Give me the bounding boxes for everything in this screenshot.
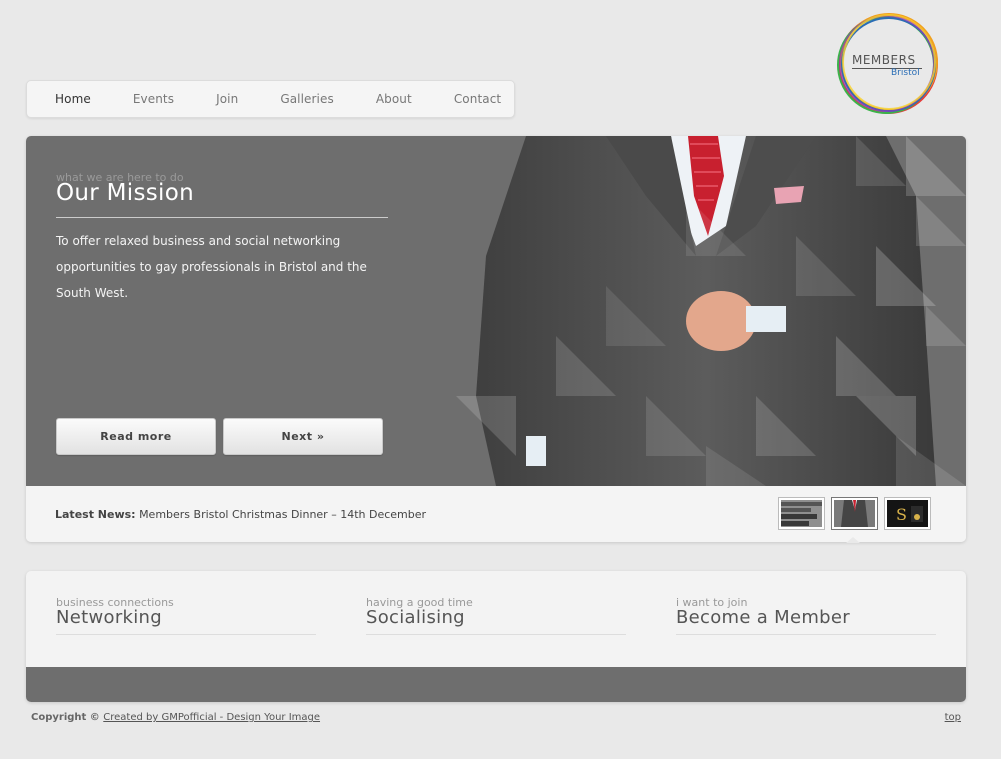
nav-about[interactable]: About (376, 92, 412, 106)
read-more-button[interactable]: Read more (56, 418, 216, 455)
feature-become-member[interactable]: i want to join Become a Member (676, 596, 936, 635)
hero-suit-image (456, 136, 966, 486)
thumbnail-pointer (846, 537, 860, 543)
nav-join[interactable]: Join (216, 92, 238, 106)
logo-text-members: MEMBERS (852, 53, 916, 67)
slide-thumbnail-3[interactable]: S (884, 497, 931, 530)
nav-events[interactable]: Events (133, 92, 174, 106)
thumbnail-suit-image (834, 500, 875, 527)
copyright-label: Copyright © (31, 712, 100, 723)
mission-title: Our Mission (56, 180, 194, 206)
copyright: Copyright © Created by GMPofficial - Des… (31, 712, 320, 723)
mission-divider (56, 217, 388, 218)
feature-socialising[interactable]: having a good time Socialising (366, 596, 626, 635)
feature-networking[interactable]: business connections Networking (56, 596, 316, 635)
features-panel: business connections Networking having a… (26, 571, 966, 702)
latest-news-label: Latest News: (55, 508, 136, 521)
slide-thumbnail-1[interactable] (778, 497, 825, 530)
feature-title: Become a Member (676, 607, 850, 628)
news-bar: Latest News: Members Bristol Christmas D… (26, 486, 966, 542)
nav-contact[interactable]: Contact (454, 92, 501, 106)
latest-news-text[interactable]: Members Bristol Christmas Dinner – 14th … (139, 508, 426, 521)
svg-text:S: S (896, 505, 907, 524)
main-nav: Home Events Join Galleries About Contact (26, 80, 515, 118)
nav-galleries[interactable]: Galleries (280, 92, 334, 106)
mission-text: To offer relaxed business and social net… (56, 234, 367, 300)
latest-news: Latest News: Members Bristol Christmas D… (55, 508, 426, 521)
slide-thumbnail-2[interactable] (831, 497, 878, 530)
hero-slider: what we are here to do Our Mission To of… (26, 136, 966, 542)
thumbnail-logo-image: S (887, 500, 928, 527)
thumbnail-text-image (781, 500, 822, 527)
members-bristol-logo[interactable]: MEMBERS Bristol (836, 12, 940, 116)
features-footer-bar (26, 667, 966, 702)
logo-text-bristol: Bristol (891, 68, 920, 78)
next-button[interactable]: Next » (223, 418, 383, 455)
hero-slide: what we are here to do Our Mission To of… (26, 136, 966, 486)
back-to-top-link[interactable]: top (945, 712, 961, 723)
nav-home[interactable]: Home (55, 92, 91, 106)
credit-link[interactable]: Created by GMPofficial - Design Your Ima… (103, 712, 320, 723)
feature-title: Networking (56, 607, 162, 628)
feature-title: Socialising (366, 607, 465, 628)
